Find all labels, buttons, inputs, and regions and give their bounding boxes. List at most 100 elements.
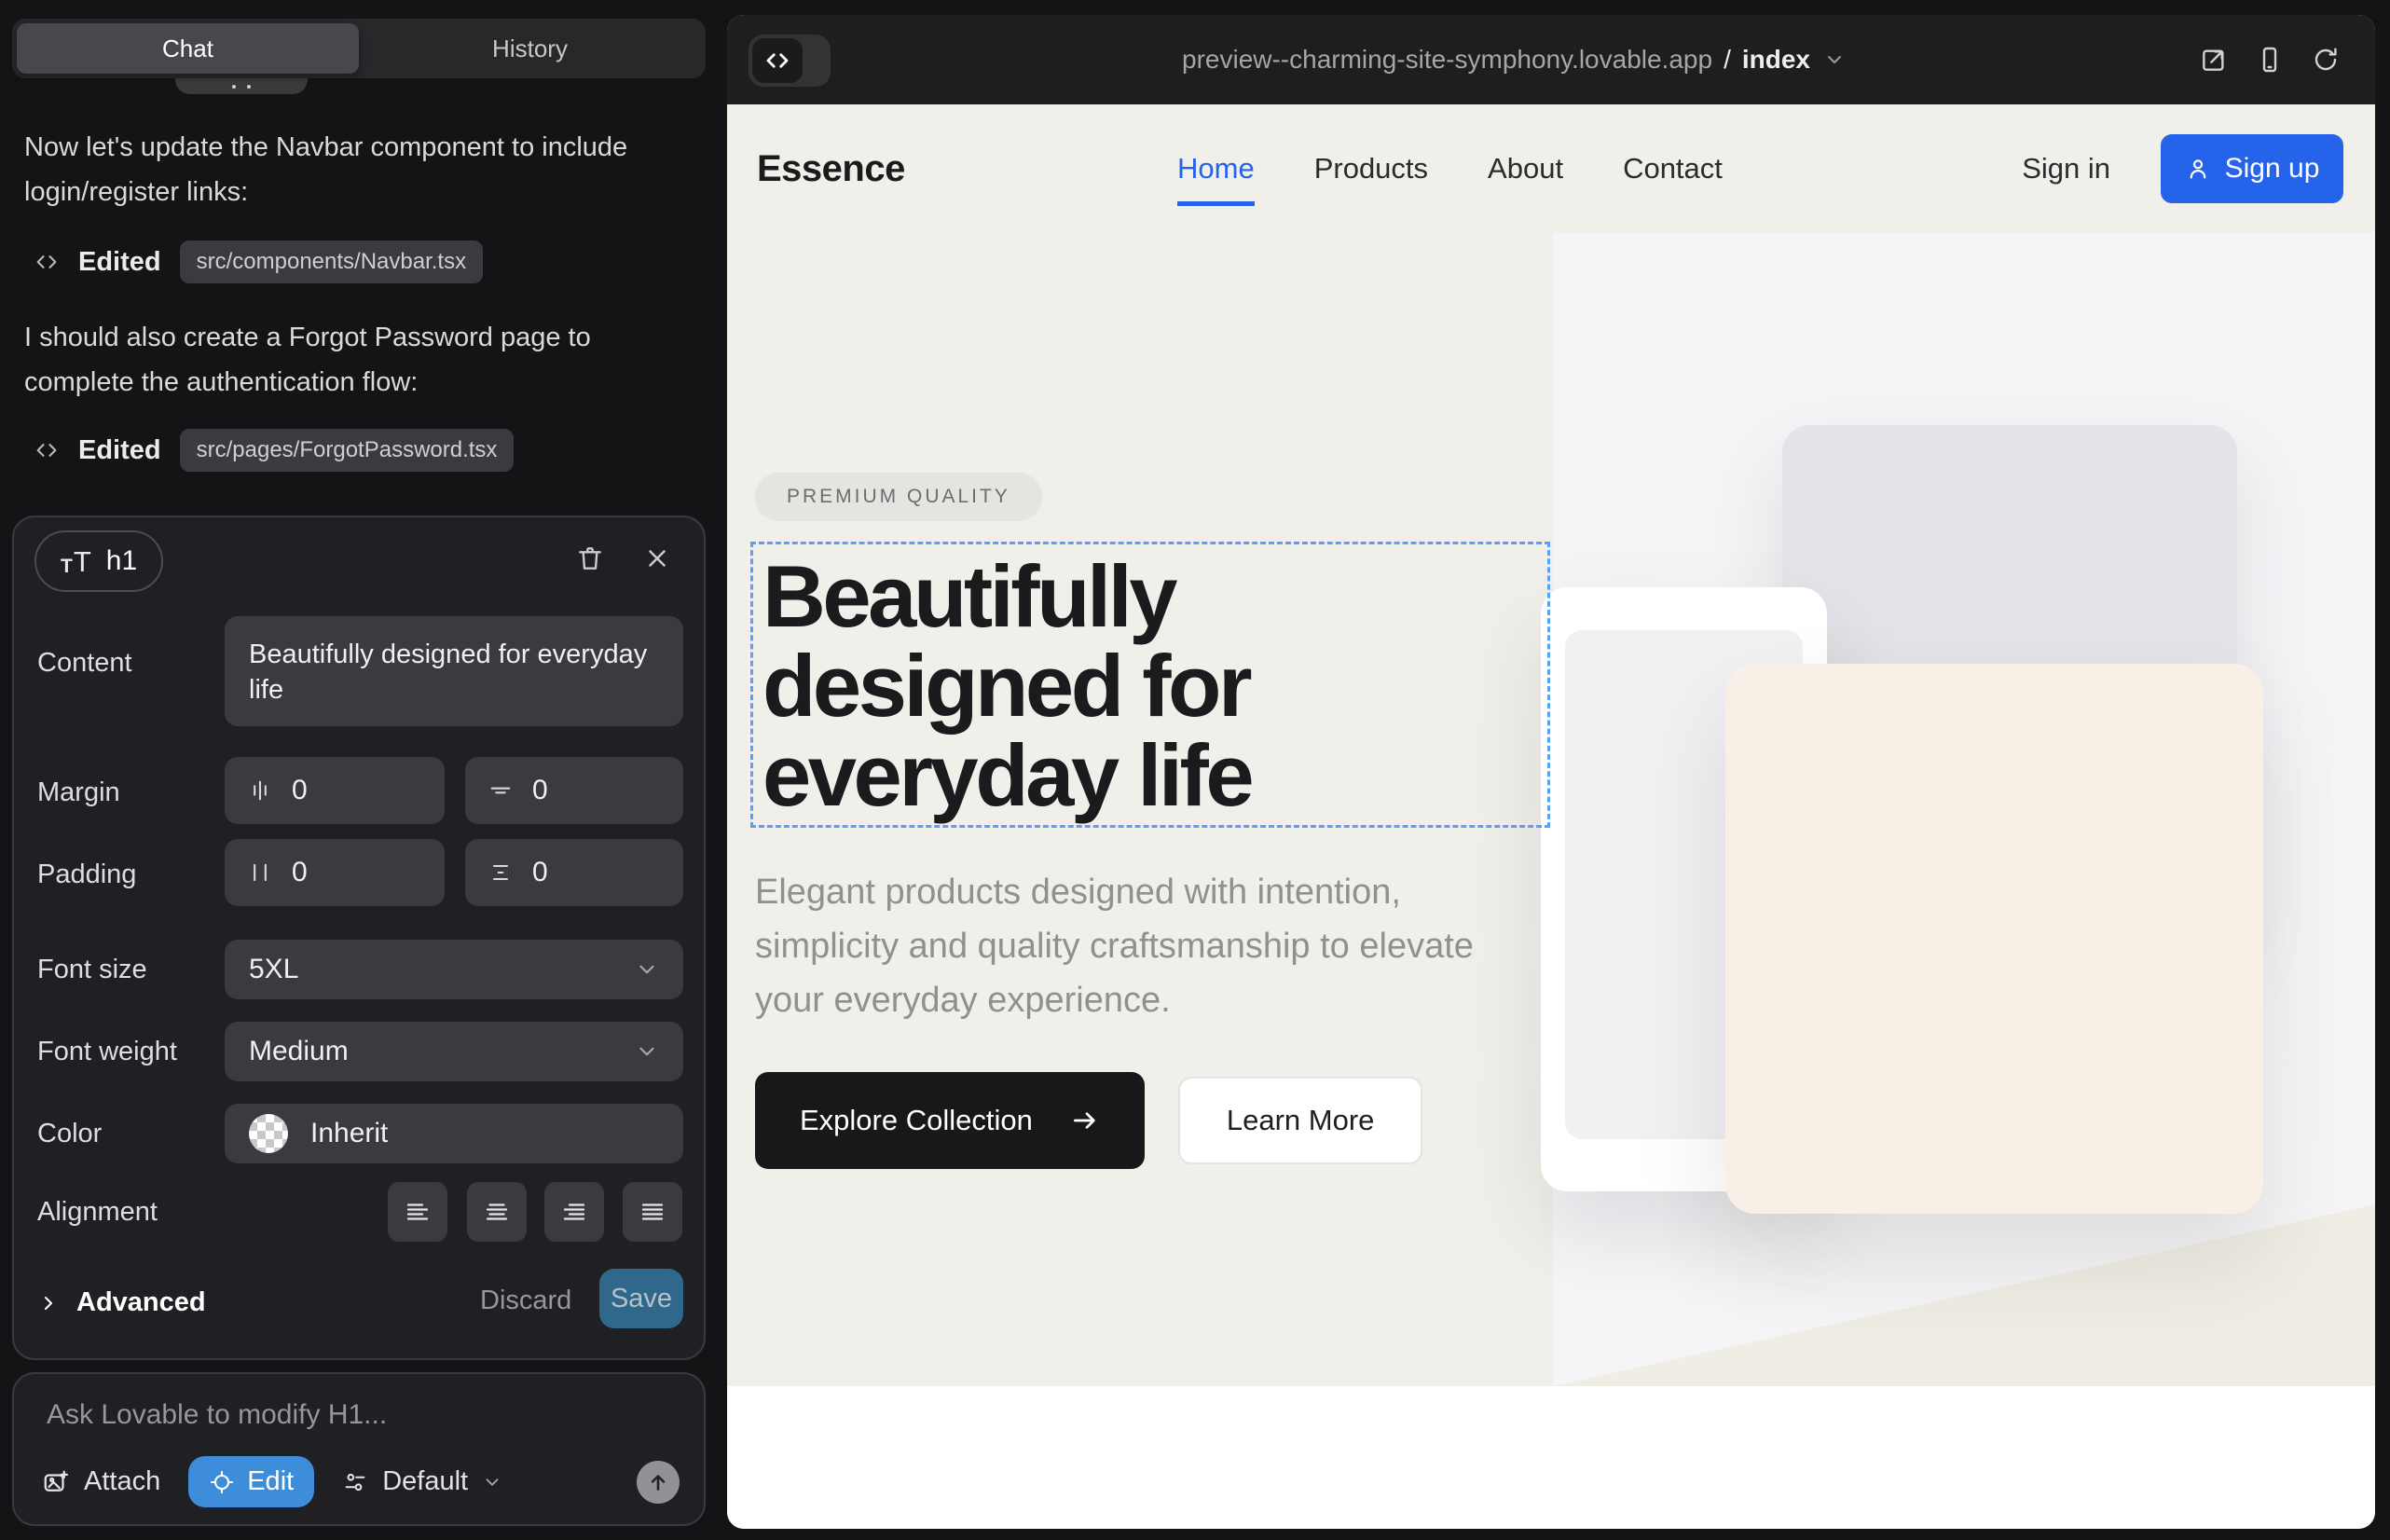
explore-collection-label: Explore Collection <box>800 1104 1033 1137</box>
nav-link-products[interactable]: Products <box>1314 152 1428 186</box>
chevron-down-icon <box>635 1039 659 1064</box>
url-separator: / <box>1724 45 1731 75</box>
nav-link-home[interactable]: Home <box>1177 152 1255 186</box>
margin-label: Margin <box>37 777 120 808</box>
hero-heading[interactable]: Beautifully designed for everyday life <box>762 552 1251 820</box>
code-icon <box>763 47 791 75</box>
padding-label: Padding <box>37 859 136 890</box>
color-value: Inherit <box>310 1118 388 1149</box>
premium-quality-badge: PREMIUM QUALITY <box>755 473 1042 521</box>
default-label: Default <box>382 1466 468 1497</box>
advanced-label: Advanced <box>76 1287 206 1318</box>
hero-description: Elegant products designed with intention… <box>755 865 1519 1027</box>
edited-file-row[interactable]: Edited src/pages/ForgotPassword.tsx <box>34 429 514 472</box>
font-weight-select[interactable]: Medium <box>225 1022 683 1081</box>
target-icon <box>209 1469 235 1495</box>
align-justify-button[interactable] <box>623 1182 682 1242</box>
arrow-up-icon <box>646 1470 670 1494</box>
tab-history[interactable]: History <box>359 23 701 74</box>
preview-url-bar[interactable]: preview--charming-site-symphony.lovable.… <box>858 15 2170 104</box>
sign-in-link[interactable]: Sign in <box>2022 152 2110 186</box>
margin-x-input[interactable]: 0 <box>225 757 445 824</box>
hero-heading-line: Beautifully <box>762 552 1251 641</box>
site-logo[interactable]: Essence <box>757 104 905 233</box>
content-input[interactable]: Beautifully designed for everyday life <box>225 616 683 726</box>
user-icon <box>2185 156 2211 182</box>
file-chip[interactable]: src/components/Navbar.tsx <box>180 241 483 283</box>
selected-element-tag[interactable]: TT h1 <box>34 530 163 592</box>
alignment-label: Alignment <box>37 1197 158 1228</box>
nav-link-contact[interactable]: Contact <box>1623 152 1723 186</box>
explore-collection-button[interactable]: Explore Collection <box>755 1072 1145 1169</box>
sign-up-button[interactable]: Sign up <box>2161 134 2343 203</box>
attach-label: Attach <box>84 1466 160 1497</box>
topbar-actions <box>2198 15 2342 104</box>
hero-cta-row: Explore Collection Learn More <box>755 1072 1422 1169</box>
mobile-view-button[interactable] <box>2254 44 2286 76</box>
chevron-right-icon <box>37 1292 60 1314</box>
padding-x-input[interactable]: 0 <box>225 839 445 906</box>
site-auth-actions: Sign in Sign up <box>2022 104 2343 233</box>
file-chip[interactable]: src/pages/ForgotPassword.tsx <box>180 429 515 472</box>
tab-chat[interactable]: Chat <box>17 23 359 74</box>
advanced-toggle[interactable]: Advanced <box>37 1287 206 1318</box>
default-mode-select[interactable]: Default <box>342 1466 502 1497</box>
margin-x-value: 0 <box>292 775 308 806</box>
sidebar-tabbar: Chat History <box>12 19 706 78</box>
learn-more-label: Learn More <box>1227 1104 1375 1137</box>
margin-y-input[interactable]: 0 <box>465 757 683 824</box>
scrolled-chip-peek <box>175 78 308 94</box>
content-label: Content <box>37 648 132 679</box>
edit-mode-button[interactable]: Edit <box>188 1456 314 1507</box>
refresh-button[interactable] <box>2310 44 2342 76</box>
send-button[interactable] <box>637 1461 680 1504</box>
nav-link-about[interactable]: About <box>1488 152 1563 186</box>
element-editor-panel: TT h1 Content Beautifully designed for e… <box>12 516 706 1360</box>
save-button[interactable]: Save <box>599 1269 683 1328</box>
font-size-select[interactable]: 5XL <box>225 940 683 999</box>
edited-file-row[interactable]: Edited src/components/Navbar.tsx <box>34 241 483 283</box>
align-left-button[interactable] <box>388 1182 447 1242</box>
open-in-new-tab-button[interactable] <box>2198 44 2230 76</box>
hero-heading-line: designed for <box>762 641 1251 731</box>
prompt-box: Attach Edit Default <box>12 1372 706 1526</box>
font-size-label: Font size <box>37 955 147 985</box>
prompt-input[interactable] <box>45 1398 664 1432</box>
preview-panel: preview--charming-site-symphony.lovable.… <box>727 15 2375 1529</box>
font-weight-value: Medium <box>249 1036 349 1067</box>
align-center-icon <box>483 1198 511 1226</box>
color-swatch-transparent <box>249 1114 288 1153</box>
trash-icon <box>575 543 605 573</box>
hero-diagonal-shape <box>1553 1204 2375 1386</box>
close-editor-button[interactable] <box>639 540 676 577</box>
element-tag-label: h1 <box>106 545 137 577</box>
align-center-button[interactable] <box>467 1182 527 1242</box>
chat-sidebar: Chat History Now let's update the Navbar… <box>0 0 727 1540</box>
site-hero: PREMIUM QUALITY Beautifully designed for… <box>727 233 2375 1386</box>
padding-vertical-icon <box>488 859 514 886</box>
hero-heading-line: everyday life <box>762 731 1251 820</box>
site-nav-links: Home Products About Contact <box>1177 104 1723 233</box>
color-select[interactable]: Inherit <box>225 1104 683 1163</box>
code-preview-toggle[interactable] <box>749 34 831 87</box>
chat-message: I should also create a Forgot Password p… <box>24 315 671 405</box>
chevron-down-icon <box>482 1472 502 1492</box>
align-right-button[interactable] <box>544 1182 604 1242</box>
code-toggle-segment[interactable] <box>752 38 803 83</box>
margin-vertical-icon <box>488 777 514 804</box>
padding-y-input[interactable]: 0 <box>465 839 683 906</box>
learn-more-button[interactable]: Learn More <box>1178 1077 1423 1164</box>
text-type-icon: TT <box>61 547 91 576</box>
padding-y-value: 0 <box>532 857 548 888</box>
prompt-toolbar: Attach Edit Default <box>42 1456 680 1507</box>
padding-x-value: 0 <box>292 857 308 888</box>
chat-message: Now let's update the Navbar component to… <box>24 125 671 214</box>
attach-button[interactable]: Attach <box>42 1466 160 1497</box>
discard-button[interactable]: Discard <box>480 1286 571 1316</box>
url-host: preview--charming-site-symphony.lovable.… <box>1182 45 1712 75</box>
color-label: Color <box>37 1119 102 1149</box>
code-icon <box>34 437 60 463</box>
close-icon <box>643 544 671 572</box>
edited-label: Edited <box>78 247 161 278</box>
delete-element-button[interactable] <box>571 540 609 577</box>
